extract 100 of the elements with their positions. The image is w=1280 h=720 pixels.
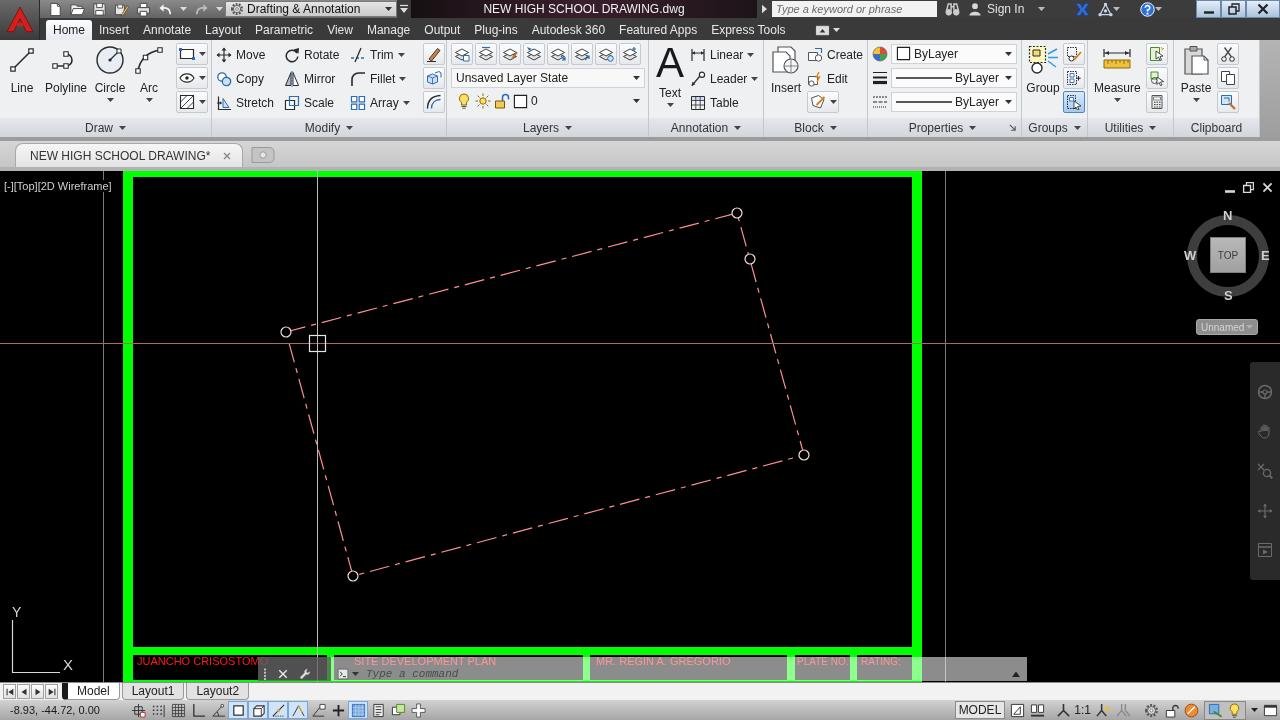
command-input[interactable]: Type a command: [362, 668, 1008, 680]
menu-caret-icon[interactable]: [399, 4, 409, 14]
tool-button[interactable]: [1145, 91, 1168, 113]
hardware-toggle-button[interactable]: [1204, 700, 1246, 720]
ribbon-tab[interactable]: Annotate: [136, 20, 199, 40]
prompt-icon[interactable]: [337, 668, 349, 680]
orbit-icon[interactable]: [1257, 502, 1273, 519]
linetype-dropdown[interactable]: ByLayer: [891, 91, 1017, 112]
paper-layout-tab[interactable]: Layout2: [186, 683, 250, 700]
tool-button[interactable]: Scale: [284, 91, 350, 115]
panel-title-button[interactable]: Draw: [85, 120, 126, 135]
minimize-icon[interactable]: [1224, 190, 1236, 193]
layout-nav-button[interactable]: [17, 684, 30, 699]
group-tool-button[interactable]: [1063, 91, 1085, 113]
help-icon[interactable]: [1140, 1, 1156, 17]
application-menu-button[interactable]: [0, 0, 40, 40]
tool-button[interactable]: Create: [807, 43, 864, 67]
lineweight-dropdown[interactable]: ByLayer: [891, 67, 1017, 88]
tool-button[interactable]: Polyline: [43, 43, 90, 96]
panel-title-button[interactable]: Layers: [523, 120, 572, 135]
ribbon-tab[interactable]: Featured Apps: [612, 20, 705, 40]
annotation-scale-button[interactable]: 1:1: [1056, 702, 1091, 718]
tool-button[interactable]: Insert: [768, 43, 804, 96]
visual-style-menu-link[interactable]: [2D Wireframe]: [37, 180, 112, 192]
unlock-icon[interactable]: [1164, 702, 1179, 718]
tool-button[interactable]: [423, 91, 445, 113]
layer-state-dropdown[interactable]: Unsaved Layer State: [451, 68, 645, 88]
tool-button[interactable]: Line: [4, 43, 40, 96]
ribbon-tab[interactable]: View: [320, 20, 360, 40]
new-file-icon[interactable]: [48, 1, 63, 17]
undo-icon[interactable]: [158, 1, 173, 17]
layer-tool-button[interactable]: [547, 43, 569, 65]
restore-icon[interactable]: [1242, 181, 1255, 194]
layer-tool-button[interactable]: [499, 43, 521, 65]
drafting-toggle-button[interactable]: [288, 701, 308, 719]
tool-button[interactable]: Trim: [350, 43, 420, 67]
redo-icon[interactable]: [194, 1, 209, 17]
tool-button[interactable]: Paste: [1178, 43, 1214, 103]
tool-button[interactable]: Rotate: [284, 43, 350, 67]
layer-dropdown[interactable]: 0: [451, 91, 645, 111]
model-tab[interactable]: Model: [62, 683, 120, 700]
view-menu-link[interactable]: [Top]: [13, 180, 38, 192]
tool-button[interactable]: Table: [690, 91, 759, 115]
expand-icon[interactable]: [761, 4, 768, 14]
tool-button[interactable]: Copy: [216, 67, 284, 91]
tool-button[interactable]: [1217, 67, 1239, 89]
drafting-toggle-button[interactable]: [268, 701, 288, 719]
folder-icon[interactable]: [70, 1, 85, 17]
color-dropdown[interactable]: ByLayer: [891, 43, 1017, 64]
wrench-icon[interactable]: [299, 668, 311, 680]
steering-wheel-icon[interactable]: [1257, 383, 1273, 400]
tool-button[interactable]: Fillet: [350, 67, 420, 91]
group-tool-button[interactable]: [1063, 67, 1085, 89]
minimize-button[interactable]: [1196, 0, 1221, 18]
up-arrow-icon[interactable]: [1011, 669, 1021, 679]
group-tool-button[interactable]: [1063, 43, 1085, 65]
clean-screen-icon[interactable]: [1263, 702, 1278, 718]
tool-button[interactable]: Measure: [1092, 43, 1143, 103]
tool-button[interactable]: Move: [216, 43, 284, 67]
viewport-menu-link[interactable]: [-]: [4, 180, 14, 192]
layout-view-icon[interactable]: [1010, 702, 1026, 718]
ribbon-tab[interactable]: Insert: [92, 20, 137, 40]
viewcube-face[interactable]: TOP: [1210, 237, 1246, 273]
tool-button[interactable]: [1217, 43, 1239, 65]
dialog-launcher-icon[interactable]: [1008, 123, 1017, 132]
ribbon-tab[interactable]: Manage: [359, 20, 418, 40]
ribbon-tab[interactable]: Autodesk 360: [524, 20, 613, 40]
tool-button[interactable]: Leader: [690, 67, 759, 91]
compass-label[interactable]: E: [1261, 249, 1270, 263]
zoom-icon[interactable]: [1257, 463, 1273, 479]
printer-icon[interactable]: [136, 1, 151, 17]
tool-button[interactable]: Mirror: [284, 67, 350, 91]
model-space-button[interactable]: MODEL: [954, 701, 1006, 719]
x-logo-icon[interactable]: [1075, 1, 1091, 17]
tool-button[interactable]: Linear: [690, 43, 759, 67]
compass-label[interactable]: S: [1224, 289, 1233, 303]
tool-button[interactable]: Stretch: [216, 91, 284, 115]
close-button[interactable]: [1246, 0, 1280, 18]
ribbon-tab[interactable]: Layout: [198, 20, 249, 40]
compass-label[interactable]: W: [1184, 249, 1197, 263]
ribbon-tab[interactable]: Plug-ins: [467, 20, 525, 40]
tool-button[interactable]: Group: [1026, 43, 1060, 96]
ribbon-tab[interactable]: Express Tools: [704, 20, 793, 40]
film-play-icon[interactable]: [1257, 542, 1273, 559]
drafting-toggle-button[interactable]: [228, 701, 248, 719]
layer-tool-button[interactable]: [619, 43, 641, 65]
tool-button[interactable]: Array: [350, 91, 420, 115]
dropdown-button[interactable]: [176, 91, 208, 113]
tool-button[interactable]: Circle: [92, 43, 129, 103]
layout-nav-button[interactable]: [3, 684, 16, 699]
layer-tool-button[interactable]: [475, 43, 497, 65]
dropdown-button[interactable]: [176, 67, 208, 89]
layer-tool-button[interactable]: [595, 43, 617, 65]
ribbon-tab[interactable]: Home: [46, 20, 92, 40]
annotation-visibility-icon[interactable]: [1096, 702, 1111, 718]
paper-layout-tab[interactable]: Layout1: [121, 683, 185, 700]
layer-tool-button[interactable]: [571, 43, 593, 65]
layer-tool-button[interactable]: [451, 43, 473, 65]
dropdown-button[interactable]: [176, 43, 208, 65]
panel-title-button[interactable]: Modify: [304, 120, 354, 135]
